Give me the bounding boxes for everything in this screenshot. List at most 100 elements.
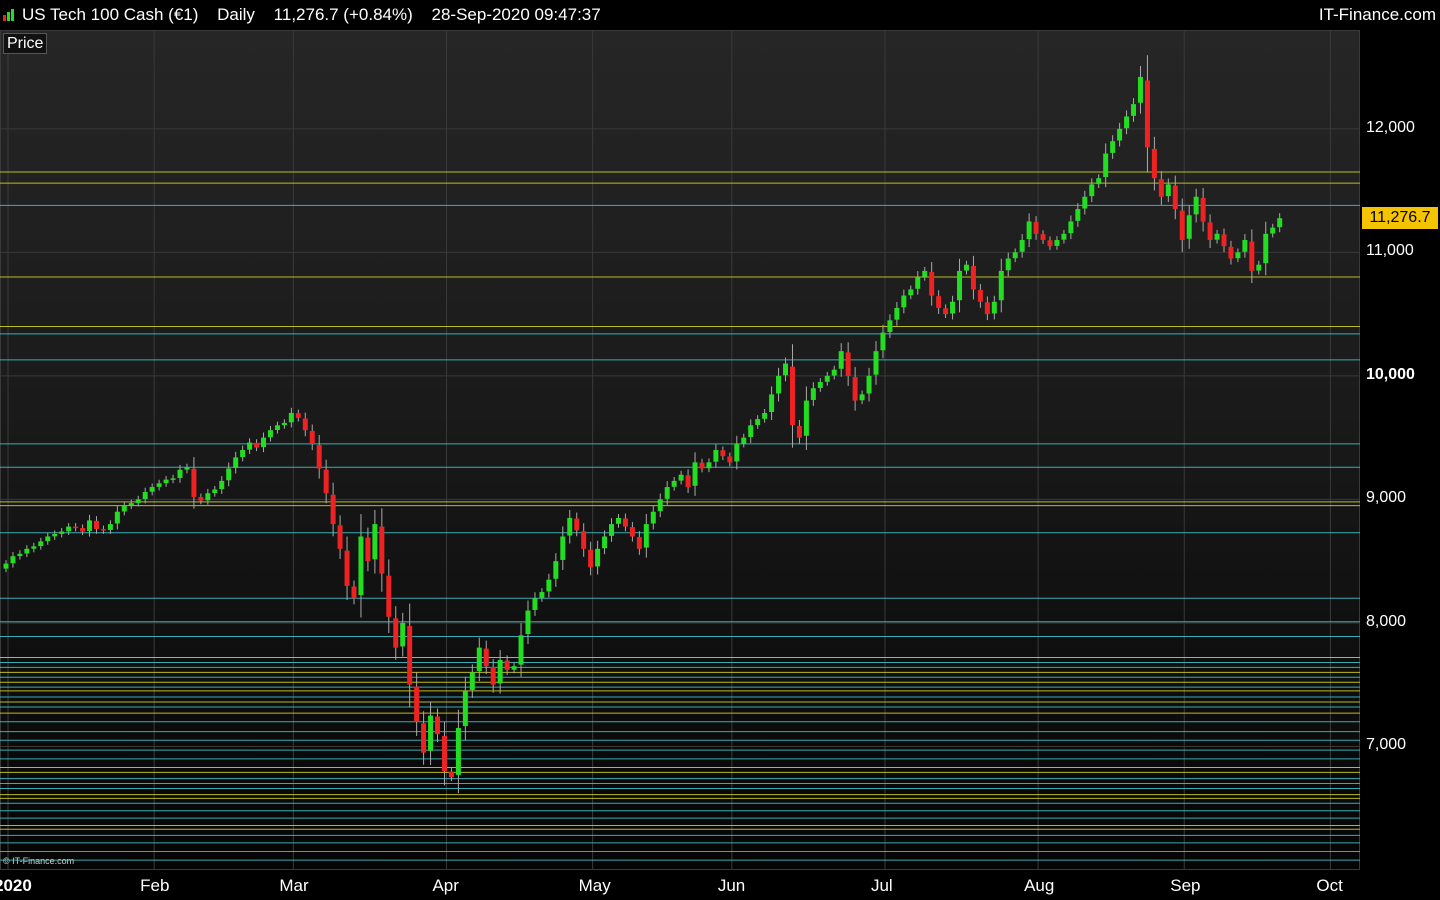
candle-up: [762, 412, 768, 419]
candle-down: [302, 418, 308, 431]
candle-up: [1075, 209, 1081, 221]
candle-up: [17, 553, 23, 557]
candle-up: [950, 301, 956, 314]
candle-up: [817, 382, 823, 388]
candle-up: [560, 536, 566, 560]
candle-down: [490, 667, 496, 685]
candle-up: [1256, 264, 1262, 271]
candle-up: [1277, 218, 1283, 228]
candle-down: [330, 494, 336, 525]
candle-up: [769, 394, 775, 413]
candle-down: [316, 445, 322, 469]
candle-up: [1089, 184, 1095, 197]
candle-up: [887, 320, 893, 333]
candle-up: [643, 524, 649, 548]
candle-up: [469, 672, 475, 690]
candle-down: [344, 550, 350, 586]
x-tick-label: Aug: [1024, 876, 1055, 895]
candle-up: [567, 517, 573, 536]
last-price-badge: 11,276.7: [1362, 207, 1438, 230]
x-tick-label: 2020: [0, 876, 32, 895]
candle-down: [1151, 148, 1157, 179]
candle-up: [657, 499, 663, 512]
candle-down: [414, 686, 420, 722]
candle-down: [622, 518, 628, 527]
candle-up: [149, 487, 155, 492]
candle-down: [1221, 234, 1227, 247]
y-tick-label: 12,000: [1366, 118, 1415, 136]
candle-up: [1082, 196, 1088, 209]
candle-up: [741, 437, 747, 444]
candle-up: [476, 647, 482, 672]
candle-up: [59, 531, 65, 534]
candle-up: [1019, 240, 1025, 252]
candle-up: [1096, 178, 1102, 185]
x-tick-label: Feb: [140, 876, 170, 895]
candle-up: [650, 511, 656, 524]
candle-up: [288, 412, 294, 423]
candle-up: [963, 264, 969, 271]
y-tick-label: 9,000: [1366, 489, 1407, 507]
candle-down: [323, 469, 329, 494]
candle-down: [581, 531, 587, 549]
candle-down: [970, 265, 976, 290]
candle-up: [1117, 128, 1123, 141]
candle-up: [358, 536, 364, 596]
candle-down: [337, 525, 343, 549]
candle-up: [156, 483, 162, 487]
candle-down: [421, 723, 427, 753]
candle-up: [1214, 233, 1220, 240]
candle-down: [720, 450, 726, 457]
panel-label: Price: [3, 33, 48, 54]
candle-up: [671, 480, 677, 487]
candle-down: [1047, 240, 1053, 247]
candle-up: [532, 598, 538, 610]
candle-down: [977, 290, 983, 302]
candle-down: [1040, 234, 1046, 240]
candle-up: [824, 375, 830, 382]
candle-down: [73, 526, 79, 529]
candle-up: [922, 270, 928, 277]
candle-up: [1165, 184, 1171, 197]
candle-up: [525, 610, 531, 635]
candle-down: [441, 735, 447, 772]
candle-up: [1242, 240, 1248, 252]
candle-down: [685, 475, 691, 488]
candle-up: [518, 635, 524, 665]
candle-up: [121, 505, 127, 512]
candle-up: [664, 487, 670, 499]
candle-down: [386, 575, 392, 617]
y-tick-label: 7,000: [1366, 736, 1407, 754]
price-axis[interactable]: 12,000 11,000 10,000 9,000 8,000 7,000: [1360, 30, 1440, 870]
candle-down: [1207, 222, 1213, 240]
candle-down: [435, 716, 441, 735]
candle-up: [706, 462, 712, 469]
candle-down: [295, 413, 301, 418]
candle-up: [1103, 153, 1109, 177]
candle-up: [114, 511, 120, 524]
candle-up: [595, 548, 601, 567]
candle-up: [1270, 227, 1276, 234]
candle-up: [1005, 258, 1011, 271]
candle-down: [309, 430, 315, 444]
candle-down: [1179, 210, 1185, 240]
candle-up: [803, 400, 809, 436]
candle-down: [629, 527, 635, 537]
candle-up: [546, 579, 552, 592]
candle-down: [1200, 198, 1206, 222]
y-tick-label: 8,000: [1366, 612, 1407, 630]
candle-up: [692, 462, 698, 486]
candle-down: [699, 462, 705, 469]
candle-down: [393, 618, 399, 648]
candle-up: [38, 541, 44, 547]
candlestick-chart[interactable]: [0, 0, 1360, 870]
candle-up: [212, 489, 218, 494]
candle-up: [24, 548, 30, 554]
time-axis[interactable]: 2020 Feb Mar Apr May Jun Jul Aug Sep Oct: [0, 870, 1360, 900]
candle-up: [205, 493, 211, 501]
candle-down: [93, 520, 99, 530]
y-tick-label: 11,000: [1366, 242, 1414, 260]
candle-down: [365, 537, 371, 562]
candle-up: [247, 442, 253, 450]
y-tick-label: 10,000: [1366, 365, 1415, 383]
